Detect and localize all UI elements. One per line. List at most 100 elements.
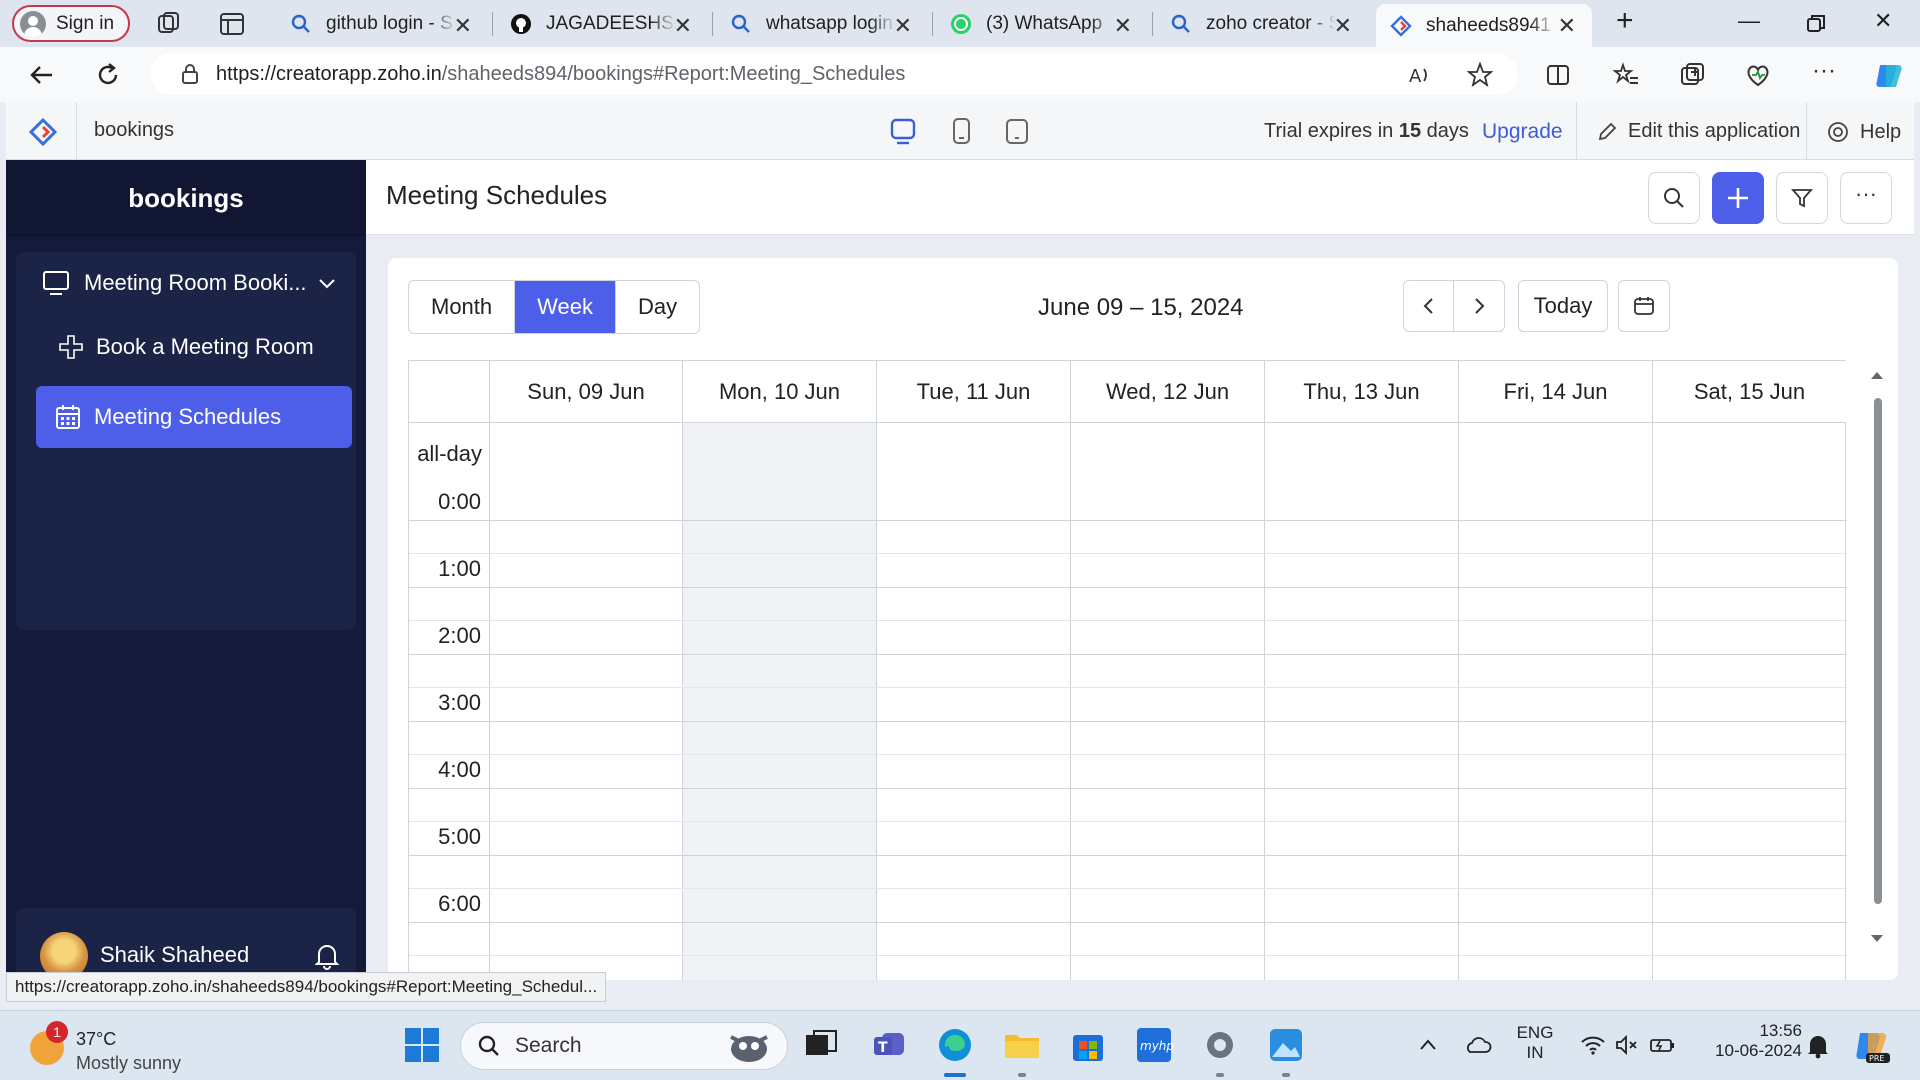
day-header[interactable]: Fri, 14 Jun bbox=[1459, 361, 1652, 423]
close-icon[interactable]: ✕ bbox=[894, 13, 912, 39]
workspaces-icon[interactable] bbox=[155, 10, 183, 38]
user-name: Shaik Shaheed bbox=[100, 942, 250, 967]
tab-shaheeds-active[interactable]: shaheeds8941 ✕ bbox=[1376, 4, 1592, 47]
tab-title: whatsapp login bbox=[766, 12, 893, 34]
browser-tab-bar: Sign in github login - S ✕ JAGADEESHSA/ … bbox=[0, 0, 1920, 47]
teams-icon[interactable]: T bbox=[870, 1025, 910, 1065]
zoho-creator-logo-icon[interactable] bbox=[28, 117, 58, 147]
today-button[interactable]: Today bbox=[1518, 280, 1608, 332]
restore-icon[interactable] bbox=[1802, 10, 1830, 38]
window-close-icon[interactable]: ✕ bbox=[1874, 8, 1892, 34]
taskbar-search-label: Search bbox=[515, 1034, 582, 1057]
close-icon[interactable]: ✕ bbox=[1558, 13, 1576, 39]
minimize-icon[interactable]: — bbox=[1738, 8, 1760, 34]
sidebar-item-book-a-meeting-room[interactable]: Book a Meeting Room bbox=[36, 316, 352, 378]
myhp-icon[interactable]: myhp bbox=[1134, 1025, 1174, 1065]
next-week-button[interactable] bbox=[1454, 281, 1504, 331]
wifi-icon[interactable] bbox=[1580, 1033, 1606, 1057]
day-header[interactable]: Sun, 09 Jun bbox=[490, 361, 682, 423]
edit-application-label: Edit this application bbox=[1628, 120, 1801, 142]
mobile-view-icon[interactable] bbox=[1002, 116, 1032, 146]
browser-essentials-icon[interactable] bbox=[1744, 61, 1772, 89]
tab-jagadeeshsa[interactable]: JAGADEESHSA/ ✕ bbox=[496, 4, 708, 43]
sidebar-item-meeting-schedules[interactable]: Meeting Schedules bbox=[36, 386, 352, 448]
clock-date: 10-06-2024 bbox=[1715, 1041, 1802, 1060]
half-hour-line bbox=[409, 888, 1847, 889]
sign-in-button[interactable]: Sign in bbox=[12, 5, 130, 42]
sidebar-section-meeting-room-booking[interactable]: Meeting Room Booki... bbox=[16, 252, 356, 314]
back-arrow-icon[interactable] bbox=[28, 61, 56, 89]
previous-week-button[interactable] bbox=[1404, 281, 1454, 331]
scrollbar-thumb[interactable] bbox=[1874, 398, 1882, 904]
volume-muted-icon[interactable] bbox=[1614, 1033, 1640, 1057]
main-content: Meeting Schedules ··· Month Week Day Jun… bbox=[366, 160, 1914, 980]
tab-zoho-creator[interactable]: zoho creator - S ✕ bbox=[1156, 4, 1368, 43]
day-header[interactable]: Wed, 12 Jun bbox=[1071, 361, 1264, 423]
upgrade-link[interactable]: Upgrade bbox=[1482, 120, 1563, 144]
file-explorer-icon[interactable] bbox=[1002, 1025, 1042, 1065]
favorites-icon[interactable] bbox=[1612, 61, 1640, 89]
close-icon[interactable]: ✕ bbox=[674, 13, 692, 39]
search-button[interactable] bbox=[1648, 172, 1700, 224]
tab-week[interactable]: Week bbox=[515, 281, 616, 333]
close-icon[interactable]: ✕ bbox=[454, 13, 472, 39]
taskbar-search[interactable]: Search bbox=[460, 1022, 788, 1070]
favorite-star-icon[interactable] bbox=[1466, 61, 1494, 89]
scroll-up-icon[interactable] bbox=[1870, 370, 1884, 380]
split-screen-icon[interactable] bbox=[1544, 61, 1572, 89]
edge-icon[interactable] bbox=[935, 1025, 975, 1065]
day-header[interactable]: Sat, 15 Jun bbox=[1653, 361, 1846, 423]
filter-button[interactable] bbox=[1776, 172, 1828, 224]
refresh-icon[interactable] bbox=[94, 61, 122, 89]
onedrive-cloud-icon[interactable] bbox=[1464, 1033, 1492, 1057]
scroll-down-icon[interactable] bbox=[1870, 934, 1884, 944]
copilot-icon[interactable] bbox=[1872, 59, 1906, 93]
tab-month[interactable]: Month bbox=[409, 281, 516, 333]
close-icon[interactable]: ✕ bbox=[1334, 13, 1352, 39]
clock[interactable]: 13:56 10-06-2024 bbox=[1690, 1021, 1802, 1061]
add-record-button[interactable] bbox=[1712, 172, 1764, 224]
help-button[interactable]: Help bbox=[1826, 120, 1901, 144]
read-aloud-icon[interactable]: A bbox=[1406, 61, 1434, 89]
divider bbox=[76, 102, 77, 160]
notification-bell-icon[interactable] bbox=[1806, 1033, 1830, 1059]
microsoft-store-icon[interactable] bbox=[1068, 1025, 1108, 1065]
lock-icon[interactable] bbox=[180, 63, 200, 85]
date-picker-button[interactable] bbox=[1618, 280, 1670, 332]
windows-taskbar: 1 37°C Mostly sunny Search T myhp ENG IN… bbox=[0, 1010, 1920, 1080]
more-actions-button[interactable]: ··· bbox=[1840, 172, 1892, 224]
url-field[interactable]: https://creatorapp.zoho.in/shaheeds894/b… bbox=[150, 53, 1518, 95]
task-view-icon[interactable] bbox=[800, 1025, 840, 1065]
new-tab-icon[interactable]: + bbox=[1616, 4, 1634, 38]
language-indicator[interactable]: ENG IN bbox=[1510, 1023, 1560, 1063]
edit-application-button[interactable]: Edit this application bbox=[1596, 120, 1800, 143]
collections-icon[interactable] bbox=[1678, 61, 1706, 89]
day-header[interactable]: Thu, 13 Jun bbox=[1265, 361, 1458, 423]
desktop-view-icon[interactable] bbox=[888, 116, 918, 146]
settings-gear-icon[interactable] bbox=[1200, 1025, 1240, 1065]
tab-title: zoho creator - S bbox=[1206, 12, 1336, 34]
user-profile[interactable]: Shaik Shaheed bbox=[16, 908, 356, 980]
bell-icon[interactable] bbox=[314, 942, 340, 970]
battery-icon[interactable] bbox=[1648, 1033, 1676, 1057]
tab-whatsapp[interactable]: (3) WhatsApp ✕ bbox=[936, 4, 1148, 43]
monitor-icon bbox=[43, 271, 69, 295]
time-label: 1:00 bbox=[438, 556, 481, 581]
tab-github-login[interactable]: github login - S ✕ bbox=[276, 4, 488, 43]
tab-day[interactable]: Day bbox=[616, 281, 699, 333]
day-header[interactable]: Tue, 11 Jun bbox=[877, 361, 1070, 423]
close-icon[interactable]: ✕ bbox=[1114, 13, 1132, 39]
half-hour-line bbox=[409, 687, 1847, 688]
windows-start-icon[interactable] bbox=[402, 1025, 442, 1065]
weather-widget[interactable]: 1 37°C Mostly sunny bbox=[28, 1021, 228, 1073]
more-horizontal-icon: ··· bbox=[1855, 181, 1877, 206]
tab-actions-icon[interactable] bbox=[218, 10, 246, 38]
photos-icon[interactable] bbox=[1266, 1025, 1306, 1065]
show-hidden-icons-chevron-up-icon[interactable] bbox=[1418, 1035, 1438, 1055]
tablet-view-icon[interactable] bbox=[946, 116, 976, 146]
more-options-icon[interactable]: ··· bbox=[1812, 57, 1836, 85]
sidebar-section-label: Meeting Room Booki... bbox=[84, 270, 307, 295]
day-header[interactable]: Mon, 10 Jun bbox=[683, 361, 876, 423]
copilot-preview-icon[interactable]: PRE bbox=[1852, 1025, 1892, 1065]
tab-whatsapp-login[interactable]: whatsapp login ✕ bbox=[716, 4, 928, 43]
